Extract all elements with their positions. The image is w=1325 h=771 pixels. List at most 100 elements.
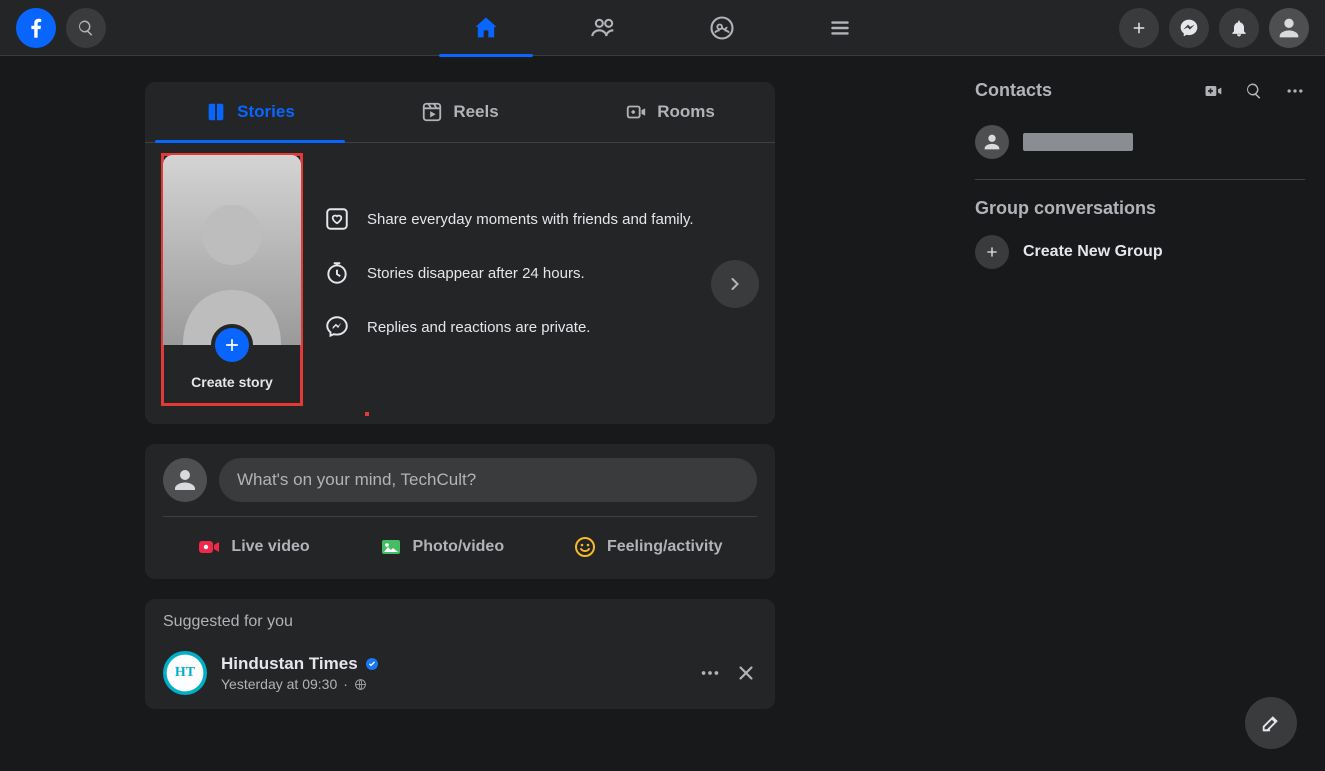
messenger-button[interactable] (1169, 8, 1209, 48)
stories-next-button[interactable] (711, 260, 759, 308)
suggested-subline: Yesterday at 09:30 · (221, 676, 685, 692)
facebook-logo[interactable] (16, 8, 56, 48)
right-nav (1119, 8, 1309, 48)
friends-icon (590, 14, 618, 42)
close-icon[interactable] (735, 662, 757, 684)
more-dots-icon[interactable] (699, 662, 721, 684)
center-nav (431, 0, 895, 56)
story-info-3: Replies and reactions are private. (323, 313, 757, 341)
divider (975, 179, 1305, 180)
story-info: Share everyday moments with friends and … (323, 155, 757, 341)
feeling-label: Feeling/activity (607, 538, 723, 556)
tab-stories-label: Stories (237, 102, 295, 122)
chevron-right-icon (725, 274, 745, 294)
composer-top: What's on your mind, TechCult? (163, 458, 757, 517)
contacts-buttons (1203, 81, 1305, 101)
suggested-name-row: Hindustan Times (221, 654, 685, 674)
search-icon (77, 19, 95, 37)
reels-tab-icon (421, 101, 443, 123)
composer-actions: Live video Photo/video Feeling/activity (163, 517, 757, 571)
person-icon (1275, 14, 1303, 42)
story-info-3-text: Replies and reactions are private. (367, 319, 590, 336)
tab-reels[interactable]: Reels (355, 82, 565, 142)
main-area: Stories Reels Rooms (0, 56, 1325, 771)
search-button[interactable] (66, 8, 106, 48)
notifications-button[interactable] (1219, 8, 1259, 48)
nav-friends[interactable] (549, 0, 659, 56)
composer-input[interactable]: What's on your mind, TechCult? (219, 458, 757, 502)
facebook-f-icon (23, 15, 49, 41)
photo-video-icon (379, 535, 403, 559)
photo-video-label: Photo/video (413, 538, 505, 556)
new-room-icon[interactable] (1203, 81, 1223, 101)
feed-column: Stories Reels Rooms (145, 56, 775, 771)
person-placeholder-icon (163, 155, 301, 345)
create-group-plus (975, 235, 1009, 269)
search-icon[interactable] (1245, 82, 1263, 100)
messenger-outline-icon (323, 313, 351, 341)
suggested-card: Suggested for you HT Hindustan Times Yes… (145, 599, 775, 709)
photo-video-button[interactable]: Photo/video (365, 527, 519, 567)
composer-avatar[interactable] (163, 458, 207, 502)
create-button[interactable] (1119, 8, 1159, 48)
nav-menu[interactable] (785, 0, 895, 56)
bell-icon (1229, 18, 1249, 38)
top-header (0, 0, 1325, 56)
nav-groups[interactable] (667, 0, 777, 56)
plus-icon (1130, 19, 1148, 37)
suggested-timestamp[interactable]: Yesterday at 09:30 (221, 676, 337, 692)
right-column: Contacts Group conversations Create New … (965, 56, 1325, 771)
tab-rooms[interactable]: Rooms (565, 82, 775, 142)
tab-stories[interactable]: Stories (145, 82, 355, 142)
live-video-label: Live video (231, 538, 309, 556)
create-story-image (163, 155, 301, 345)
contact-name-redacted (1023, 133, 1133, 151)
group-conversations-title: Group conversations (975, 198, 1305, 219)
suggested-avatar[interactable]: HT (163, 651, 207, 695)
contact-avatar (975, 125, 1009, 159)
suggested-heading: Suggested for you (163, 613, 757, 631)
suggested-page-name[interactable]: Hindustan Times (221, 654, 358, 674)
create-new-group[interactable]: Create New Group (975, 235, 1305, 269)
more-dots-icon[interactable] (1285, 81, 1305, 101)
live-video-button[interactable]: Live video (183, 527, 323, 567)
red-dot-indicator (365, 412, 369, 416)
heart-card-icon (323, 205, 351, 233)
account-button[interactable] (1269, 8, 1309, 48)
create-story-label: Create story (191, 366, 273, 404)
nav-home[interactable] (431, 0, 541, 56)
edit-icon (1260, 712, 1282, 734)
suggested-item[interactable]: HT Hindustan Times Yesterday at 09:30 · (163, 651, 757, 695)
contacts-title: Contacts (975, 80, 1052, 101)
person-icon (170, 465, 200, 495)
clock-icon (323, 259, 351, 287)
person-icon (981, 131, 1003, 153)
globe-icon (354, 678, 367, 691)
plus-icon (222, 335, 242, 355)
new-message-fab[interactable] (1245, 697, 1297, 749)
menu-icon (827, 15, 853, 41)
stories-tab-icon (205, 101, 227, 123)
create-story-tile[interactable]: Create story (163, 155, 301, 404)
verified-badge-icon (364, 656, 380, 672)
composer-placeholder: What's on your mind, TechCult? (237, 470, 476, 489)
stories-card: Stories Reels Rooms (145, 82, 775, 424)
contact-item[interactable] (975, 119, 1305, 165)
tab-rooms-label: Rooms (657, 102, 715, 122)
create-story-plus (211, 324, 253, 366)
composer-card: What's on your mind, TechCult? Live vide… (145, 444, 775, 579)
create-group-label: Create New Group (1023, 243, 1163, 261)
stories-tabs: Stories Reels Rooms (145, 82, 775, 143)
messenger-icon (1179, 18, 1199, 38)
tab-reels-label: Reels (453, 102, 498, 122)
story-info-1-text: Share everyday moments with friends and … (367, 211, 694, 228)
suggested-actions (699, 662, 757, 684)
home-icon (472, 14, 500, 42)
feeling-icon (573, 535, 597, 559)
rooms-tab-icon (625, 101, 647, 123)
stories-body: Create story Share everyday moments with… (145, 143, 775, 424)
plus-icon (984, 244, 1000, 260)
contacts-header: Contacts (975, 80, 1305, 101)
groups-icon (708, 14, 736, 42)
feeling-activity-button[interactable]: Feeling/activity (559, 527, 737, 567)
